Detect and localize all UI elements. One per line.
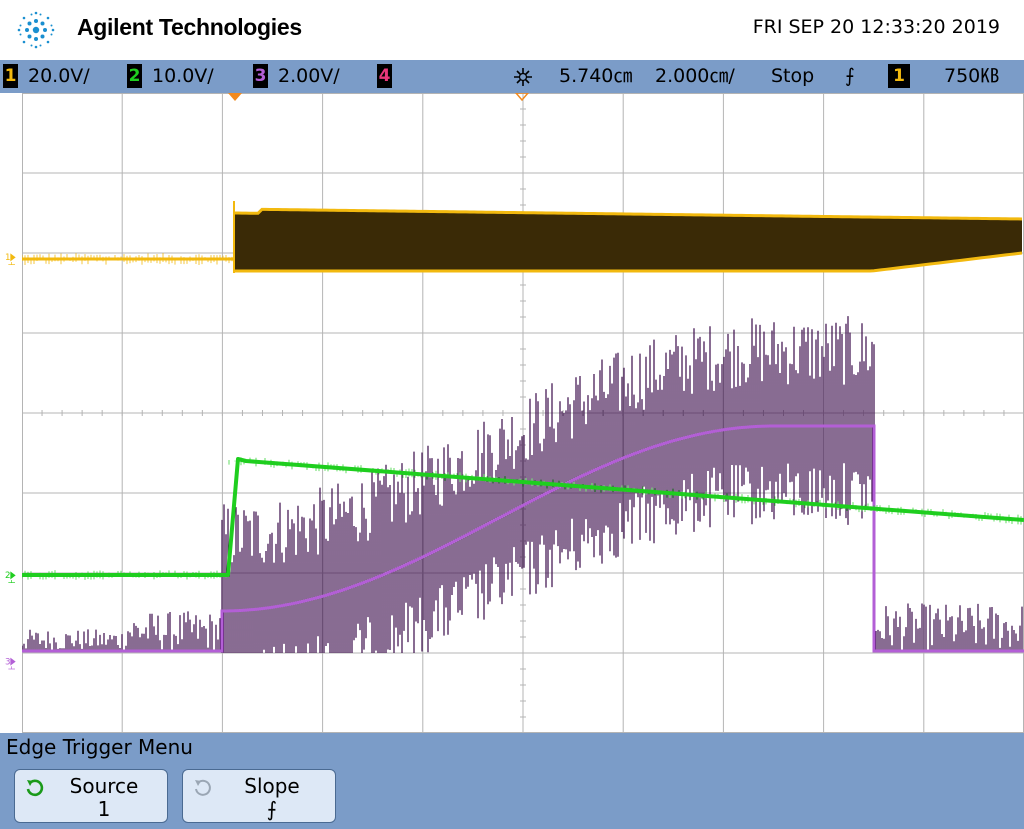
svg-text:1: 1 [5,253,11,263]
waveform-canvas [22,93,1024,733]
slope-softkey-label: Slope [244,774,300,798]
time-scale[interactable]: 2.000㎝/ [655,64,735,88]
source-softkey-label: Source [69,774,139,798]
channel-1-ground-marker[interactable]: 1 [0,248,22,268]
channel-2-indicator[interactable]: 2 10.0V/ [127,64,214,88]
channel-2-badge: 2 [127,64,142,88]
channel-4-badge: 4 [377,64,392,88]
delay-icon [514,68,532,86]
softkey-menu: Edge Trigger Menu Source 1 Slope ⨍ [0,733,1024,829]
header: Agilent Technologies FRI SEP 20 12:33:20… [0,0,1024,60]
time-delay[interactable]: 5.740㎝ [559,64,632,88]
channel-3-ground-marker[interactable]: 3 [0,655,22,675]
waveform-display[interactable] [22,93,1024,733]
channel-4-indicator[interactable]: 4 [377,64,402,88]
channel-1-indicator[interactable]: 1 20.0V/ [3,64,90,88]
trigger-source-indicator[interactable]: 1 [888,64,910,88]
source-softkey[interactable]: Source 1 [14,769,168,823]
slope-softkey-value: ⨍ [266,797,278,821]
svg-text:2: 2 [5,571,11,581]
trigger-slope-icon: ⨍ [845,65,855,87]
channel-1-scale: 20.0V/ [28,65,90,87]
channel-2-ground-marker[interactable]: 2 [0,566,22,586]
trigger-source-badge: 1 [888,64,910,88]
channel-2-scale: 10.0V/ [152,65,214,87]
datetime: FRI SEP 20 12:33:20 2019 [752,16,1000,38]
brand-name: Agilent Technologies [77,14,302,40]
trigger-level[interactable]: 750㎅ [944,64,999,88]
channel-1-trace [22,201,1023,273]
menu-title: Edge Trigger Menu [6,735,193,759]
svg-text:3: 3 [5,657,11,667]
source-softkey-value: 1 [97,797,111,821]
channel-3-scale: 2.00V/ [278,65,340,87]
channel-1-badge: 1 [3,64,18,88]
trigger-point-marker[interactable] [228,93,242,102]
slope-softkey[interactable]: Slope ⨍ [182,769,336,823]
run-state[interactable]: Stop [771,64,814,88]
status-bar: 1 20.0V/ 2 10.0V/ 3 2.00V/ 4 5.740㎝ 2.000㎝/… [0,60,1024,93]
agilent-spark-icon [17,11,55,49]
channel-3-indicator[interactable]: 3 2.00V/ [253,64,340,88]
channel-3-badge: 3 [253,64,268,88]
delay-reference-marker[interactable] [515,93,529,102]
